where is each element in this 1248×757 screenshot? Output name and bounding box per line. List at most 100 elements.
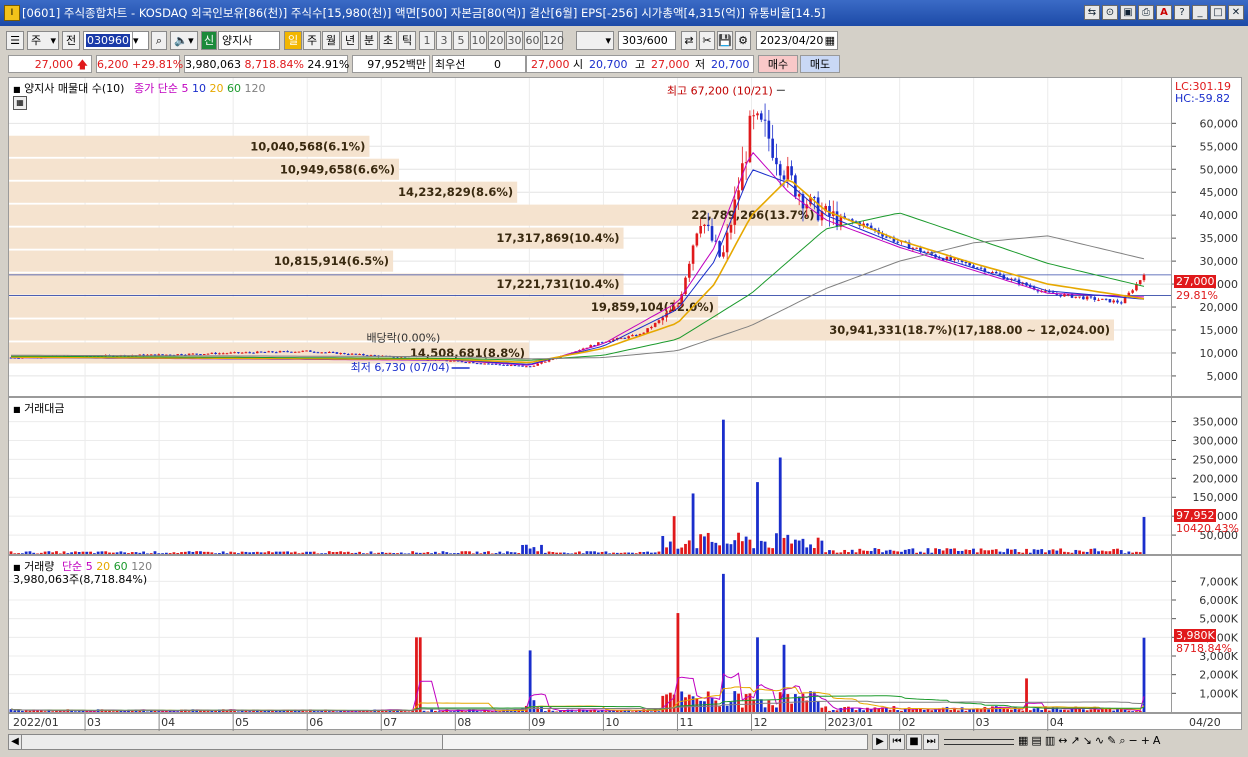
step-back-icon[interactable]: ⏮ — [889, 734, 905, 750]
line-tool-icon[interactable]: ↗ — [1070, 734, 1079, 748]
wave-tool-icon[interactable]: ∿ — [1095, 734, 1104, 748]
volume-bar — [1032, 708, 1036, 712]
amount-bar — [305, 551, 308, 554]
print-icon[interactable]: ⎙ — [1138, 5, 1154, 20]
pen-tool-icon[interactable]: ✎ — [1107, 734, 1116, 748]
amount-bar — [1070, 552, 1074, 554]
amount-bar — [1112, 549, 1116, 554]
zoom-out-icon[interactable]: − — [1128, 734, 1137, 748]
candle-body — [722, 252, 725, 257]
minimize-button[interactable]: _ — [1192, 5, 1208, 20]
minute-tab[interactable]: 1 — [419, 31, 435, 50]
market-select[interactable]: 주 ▾ — [27, 31, 59, 50]
amount-bar — [540, 544, 543, 554]
save-icon[interactable]: 💾 — [717, 31, 733, 50]
price-legend-name[interactable]: 양지사 매물대 수(10) — [24, 82, 124, 95]
stop-icon[interactable]: ■ — [906, 734, 922, 750]
help-icon[interactable]: ? — [1174, 5, 1190, 20]
volume-bar — [934, 709, 937, 712]
amount-bar — [1078, 550, 1081, 554]
amount-bar — [1089, 548, 1093, 554]
grid-icon[interactable]: ▦ — [1018, 734, 1028, 748]
minute-tab[interactable]: 3 — [436, 31, 452, 50]
minute-tab[interactable]: 10 — [470, 31, 487, 50]
candle-body — [1097, 299, 1100, 301]
scrollbar-track[interactable] — [22, 734, 442, 750]
minute-tab[interactable]: 120 — [542, 31, 564, 50]
period-tab[interactable]: 월 — [322, 31, 340, 50]
tools-icon[interactable]: ✂ — [699, 31, 715, 50]
ma-legend-label[interactable]: 종가 단순 — [134, 82, 178, 95]
minute-tab[interactable]: 30 — [506, 31, 523, 50]
scrollbar-thumb[interactable] — [442, 734, 868, 750]
data-count-field[interactable]: 303/600 — [618, 31, 676, 50]
candle-body — [1112, 300, 1115, 303]
calculator-icon[interactable]: ▦ — [13, 96, 27, 110]
sell-button[interactable]: 매도 — [800, 55, 840, 73]
arrow-left-right-icon[interactable]: ↔ — [1058, 734, 1067, 748]
dividend-annotation: 배당락(0.00%) — [366, 331, 440, 344]
amount-bar — [85, 551, 89, 554]
play-icon[interactable]: ▶ — [872, 734, 888, 750]
candle-body — [464, 362, 468, 364]
amount-bar — [865, 550, 869, 554]
amount-bar — [786, 534, 790, 554]
tile-icon[interactable]: ▣ — [1120, 5, 1136, 20]
period-tab[interactable]: 주 — [303, 31, 321, 50]
candle-body — [225, 353, 229, 355]
period-tab[interactable]: 일 — [284, 31, 302, 50]
unit-select[interactable]: ▾ — [576, 31, 614, 50]
swap-icon[interactable]: ⇄ — [681, 31, 697, 50]
layout-icon[interactable]: ▥ — [1045, 734, 1055, 748]
volume-chart-panel[interactable]: ■ 거래량 단순 5 20 60 120 3,980,063주(8,718.84… — [8, 555, 1172, 713]
period-tab[interactable]: 초 — [379, 31, 397, 50]
buy-button[interactable]: 매수 — [758, 55, 798, 73]
price-chart-panel[interactable]: 10,040,568(6.1%) 10,949,658(6.6%) 14,232,8… — [8, 77, 1172, 397]
font-size-icon[interactable]: A — [1153, 734, 1161, 748]
amount-bar — [58, 553, 62, 554]
scroll-left-icon[interactable]: ◀ — [8, 734, 22, 750]
date-input[interactable]: 2023/04/20 ▦ — [756, 31, 838, 50]
candle-body — [759, 113, 763, 120]
amount-bar — [388, 552, 392, 554]
turnover-rate: 24.91% — [307, 58, 350, 71]
speaker-icon[interactable]: 🔈▾ — [170, 31, 198, 50]
minute-tab[interactable]: 20 — [488, 31, 505, 50]
maximize-button[interactable]: □ — [1210, 5, 1226, 20]
period-tab[interactable]: 틱 — [398, 31, 416, 50]
zoom-icon[interactable]: ⌕ — [1119, 734, 1125, 748]
stock-code-input[interactable]: 030960 ▾ — [83, 31, 149, 50]
amount-bar — [638, 551, 642, 554]
amount-chart-panel[interactable]: ■ 거래대금 — [8, 397, 1172, 555]
font-icon[interactable]: A — [1156, 5, 1172, 20]
arrow-tool-icon[interactable]: ↘ — [1083, 734, 1092, 748]
prev-button[interactable]: 전 — [62, 31, 80, 50]
ma-legend-10: 10 — [191, 82, 206, 95]
period-tab[interactable]: 년 — [341, 31, 359, 50]
minute-tab[interactable]: 5 — [453, 31, 469, 50]
menu-toggle-icon[interactable]: ☰ — [6, 31, 24, 50]
amount-legend-label[interactable]: 거래대금 — [24, 402, 64, 415]
period-tab[interactable]: 분 — [360, 31, 378, 50]
candle-body — [252, 352, 255, 354]
volume-bar — [206, 711, 210, 712]
code-dropdown-icon[interactable]: ▾ — [132, 32, 147, 49]
calendar-icon[interactable]: ▦ — [825, 32, 835, 49]
link-icon[interactable]: ⇆ — [1084, 5, 1100, 20]
stock-name-field[interactable]: 양지사 — [218, 31, 280, 50]
zoom-slider[interactable] — [944, 739, 1014, 745]
minute-tab[interactable]: 60 — [524, 31, 541, 50]
table-icon[interactable]: ▤ — [1031, 734, 1041, 748]
candle-body — [699, 226, 702, 234]
settings-gear-icon[interactable]: ⚙ — [735, 31, 751, 50]
volume-profile-label: 14,232,829(8.6%) — [398, 185, 513, 199]
group-icon[interactable]: ⊙ — [1102, 5, 1118, 20]
volume-bar — [737, 693, 740, 712]
amount-bar — [157, 553, 161, 554]
close-button[interactable]: ✕ — [1228, 5, 1244, 20]
zoom-in-icon[interactable]: + — [1141, 734, 1150, 748]
volume-bar — [676, 613, 680, 712]
fast-forward-icon[interactable]: ⏭ — [923, 734, 939, 750]
search-icon[interactable]: ⌕ — [151, 31, 167, 50]
legend-square-icon: ■ — [13, 85, 21, 94]
